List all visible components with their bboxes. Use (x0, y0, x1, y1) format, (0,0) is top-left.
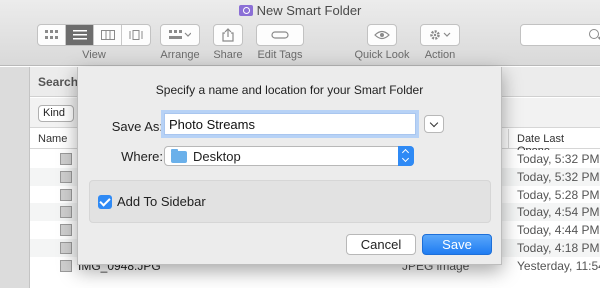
cover-flow-icon (129, 30, 143, 40)
arrange-button[interactable] (160, 24, 200, 46)
save-smart-folder-sheet: Specify a name and location for your Sma… (77, 67, 502, 265)
where-popup-button[interactable]: Desktop (164, 146, 414, 166)
save-as-label: Save As: (111, 119, 163, 134)
add-to-sidebar-label[interactable]: Add To Sidebar (117, 194, 206, 209)
options-box: Add To Sidebar (89, 180, 491, 223)
window-toolbar: New Smart Folder View Arrange Share Edit… (0, 0, 600, 66)
grid-icon (44, 30, 58, 39)
cancel-button[interactable]: Cancel (346, 234, 416, 255)
toolbar-search-field[interactable] (520, 24, 600, 46)
icon-view-button[interactable] (38, 25, 66, 45)
cover-flow-button[interactable] (122, 25, 150, 45)
eye-icon (374, 30, 390, 40)
folder-icon (171, 149, 187, 163)
file-date: Today, 4:18 PM (517, 240, 600, 255)
arrange-label: Arrange (160, 49, 200, 61)
name-column-header[interactable]: Name (38, 133, 67, 145)
file-date: Today, 4:54 PM (517, 205, 600, 220)
save-as-field[interactable] (164, 113, 416, 135)
search-scope-label: Search (38, 75, 79, 89)
file-date: Today, 5:32 PM (517, 152, 600, 166)
quick-look-label: Quick Look (354, 49, 410, 61)
search-icon (589, 29, 599, 39)
list-icon (72, 30, 87, 40)
sheet-prompt: Specify a name and location for your Sma… (155, 83, 424, 97)
image-file-icon (60, 188, 72, 201)
share-label: Share (213, 49, 243, 61)
smart-folder-icon (238, 5, 253, 16)
edit-tags-button[interactable] (256, 24, 304, 46)
view-mode-control (37, 24, 151, 46)
popup-arrows-icon (398, 146, 414, 166)
image-file-icon (60, 224, 72, 237)
view-label: View (82, 49, 106, 61)
list-view-button[interactable] (66, 25, 94, 45)
action-label: Action (424, 49, 456, 61)
where-value: Desktop (193, 149, 241, 164)
column-divider (508, 129, 509, 149)
columns-icon (100, 30, 115, 40)
sidebar (0, 67, 30, 288)
add-to-sidebar-checkbox[interactable] (98, 195, 112, 209)
share-button[interactable] (213, 24, 243, 46)
expand-sheet-button[interactable] (424, 115, 444, 133)
arrange-icon (169, 30, 191, 39)
file-date: Today, 5:28 PM (517, 187, 600, 202)
column-view-button[interactable] (94, 25, 122, 45)
file-date: Yesterday, 11:54 PM (517, 258, 600, 273)
window-title: New Smart Folder (0, 3, 600, 18)
kind-filter-popup[interactable]: Kind (38, 105, 74, 122)
gear-icon (430, 30, 451, 40)
edit-tags-label: Edit Tags (257, 49, 303, 61)
image-file-icon (60, 170, 72, 183)
where-label: Where: (121, 149, 163, 164)
action-button[interactable] (420, 24, 460, 46)
chevron-down-icon (429, 118, 439, 127)
image-file-icon (60, 241, 72, 254)
tag-icon (271, 31, 289, 39)
file-date: Today, 4:44 PM (517, 223, 600, 238)
file-date: Today, 5:32 PM (517, 169, 600, 184)
share-icon (222, 28, 234, 42)
save-button[interactable]: Save (422, 234, 492, 255)
window-title-text: New Smart Folder (256, 3, 362, 18)
image-file-icon (60, 153, 72, 165)
image-file-icon (60, 206, 72, 219)
image-file-icon (60, 259, 72, 272)
quick-look-button[interactable] (367, 24, 397, 46)
